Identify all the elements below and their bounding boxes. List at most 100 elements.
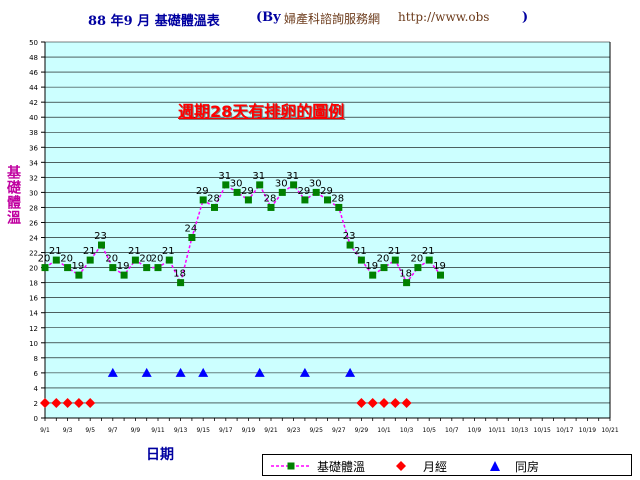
x-tick-label: 9/3 xyxy=(63,427,73,434)
x-tick-label: 9/5 xyxy=(85,427,95,434)
y-tick-label: 26 xyxy=(29,219,38,227)
bbt-point xyxy=(188,234,196,242)
x-tick-label: 9/17 xyxy=(219,427,233,434)
y-tick-label: 46 xyxy=(29,69,38,77)
bbt-data-label: 19 xyxy=(117,261,130,272)
bbt-point xyxy=(301,196,309,204)
y-tick-label: 10 xyxy=(29,340,38,348)
x-tick-label: 9/25 xyxy=(309,427,323,434)
x-tick-label: 9/1 xyxy=(40,427,50,434)
bbt-data-label: 18 xyxy=(173,269,186,280)
y-tick-label: 50 xyxy=(29,39,38,47)
x-tick-label: 10/7 xyxy=(445,427,459,434)
bbt-point xyxy=(380,264,388,272)
y-tick-label: 4 xyxy=(34,385,39,393)
y-tick-label: 48 xyxy=(29,54,38,62)
bbt-data-label: 19 xyxy=(72,261,85,272)
bbt-point xyxy=(369,271,377,279)
bbt-point xyxy=(165,256,173,264)
bbt-point xyxy=(256,181,264,189)
y-tick-label: 8 xyxy=(34,355,38,363)
bbt-point xyxy=(346,241,354,249)
legend-item-menses: 月經 xyxy=(391,457,471,475)
bbt-point xyxy=(403,279,411,287)
legend-intercourse-symbol xyxy=(490,461,500,471)
chart-annotation: 週期28天有排卵的圖例 xyxy=(178,102,345,121)
legend-item-intercourse: 同房 xyxy=(485,457,565,475)
bbt-point xyxy=(437,271,444,279)
bbt-data-label: 23 xyxy=(343,231,356,242)
y-tick-label: 6 xyxy=(34,370,39,378)
bbt-point xyxy=(109,264,117,272)
bbt-point xyxy=(222,181,230,189)
legend-bbt-symbol xyxy=(271,462,311,470)
x-tick-label: 9/23 xyxy=(287,427,301,434)
bbt-point xyxy=(324,196,331,204)
x-tick-label: 9/15 xyxy=(196,427,210,434)
bbt-data-label: 23 xyxy=(94,231,107,242)
legend-menses-symbol xyxy=(396,461,406,471)
x-tick-label: 10/13 xyxy=(511,427,528,434)
bbt-data-label: 21 xyxy=(162,246,175,257)
bbt-data-label: 21 xyxy=(422,246,435,257)
bbt-point xyxy=(312,188,320,196)
bbt-data-label: 28 xyxy=(207,193,220,204)
y-tick-label: 40 xyxy=(29,114,38,122)
x-tick-label: 9/19 xyxy=(242,427,256,434)
y-tick-label: 24 xyxy=(29,235,38,243)
y-tick-label: 0 xyxy=(34,415,38,423)
bbt-point xyxy=(357,256,365,264)
bbt-data-label: 21 xyxy=(354,246,367,257)
y-tick-label: 32 xyxy=(29,174,38,182)
bbt-point xyxy=(335,203,343,211)
legend-item-bbt: 基礎體溫 xyxy=(269,457,399,475)
x-tick-label: 10/15 xyxy=(534,427,551,434)
bbt-point xyxy=(86,256,94,264)
y-tick-label: 20 xyxy=(29,265,38,273)
x-tick-label: 10/1 xyxy=(377,427,391,434)
bbt-point xyxy=(391,256,399,264)
bbt-data-label: 24 xyxy=(185,224,198,235)
legend-label-menses: 月經 xyxy=(423,460,448,474)
x-tick-label: 9/21 xyxy=(264,427,278,434)
bbt-point xyxy=(120,271,128,279)
x-tick-label: 9/29 xyxy=(355,427,369,434)
y-tick-label: 14 xyxy=(29,310,38,318)
bbt-point xyxy=(177,279,185,287)
bbt-point xyxy=(41,264,49,272)
bbt-point xyxy=(52,256,60,264)
x-tick-label: 10/9 xyxy=(468,427,482,434)
legend: 基礎體溫 月經 同房 xyxy=(262,454,632,476)
x-tick-label: 10/5 xyxy=(422,427,436,434)
x-tick-label: 10/11 xyxy=(488,427,505,434)
y-tick-label: 18 xyxy=(29,280,38,288)
bbt-point xyxy=(233,188,241,196)
bbt-data-label: 21 xyxy=(388,246,401,257)
x-tick-label: 9/9 xyxy=(131,427,141,434)
bbt-point xyxy=(425,256,433,264)
bbt-point xyxy=(98,241,105,249)
bbt-data-label: 19 xyxy=(433,261,446,272)
y-tick-label: 36 xyxy=(29,144,38,152)
y-tick-label: 30 xyxy=(29,189,38,197)
bbt-data-label: 28 xyxy=(331,193,344,204)
bbt-data-label: 18 xyxy=(399,269,412,280)
legend-label-bbt: 基礎體溫 xyxy=(317,460,366,474)
y-tick-label: 34 xyxy=(29,159,38,167)
bbt-data-label: 29 xyxy=(241,186,254,197)
y-axis-label: 基礎體溫 xyxy=(5,165,21,225)
bbt-point xyxy=(64,264,72,272)
bbt-data-label: 28 xyxy=(264,193,277,204)
x-tick-label: 10/3 xyxy=(400,427,414,434)
y-tick-label: 42 xyxy=(29,99,38,107)
x-tick-label: 9/13 xyxy=(174,427,188,434)
bbt-point xyxy=(414,264,422,272)
x-axis-label: 日期 xyxy=(146,447,174,463)
x-tick-label: 10/19 xyxy=(579,427,596,434)
bbt-point xyxy=(199,196,207,204)
y-tick-label: 2 xyxy=(34,400,38,408)
y-tick-label: 28 xyxy=(29,204,38,212)
bbt-point xyxy=(278,188,286,196)
x-tick-label: 9/11 xyxy=(151,427,165,434)
y-tick-label: 44 xyxy=(29,84,38,92)
